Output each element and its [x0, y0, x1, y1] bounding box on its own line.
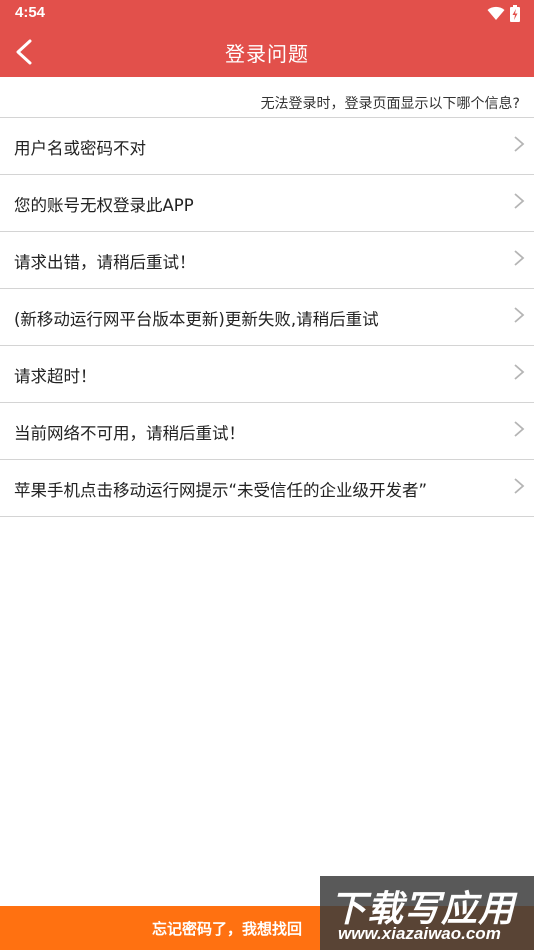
list-item[interactable]: 当前网络不可用，请稍后重试！	[0, 403, 534, 460]
watermark-url: www.xiazaiwao.com	[338, 924, 501, 943]
question-text: 无法登录时，登录页面显示以下哪个信息?	[260, 96, 520, 112]
list-item-label: 当前网络不可用，请稍后重试！	[14, 424, 245, 443]
wifi-icon	[487, 6, 505, 20]
watermark: 下载写应用 www.xiazaiwao.com	[320, 876, 534, 950]
chevron-right-icon	[514, 193, 525, 209]
problem-list: 用户名或密码不对 您的账号无权登录此APP 请求出错，请稍后重试！ (新移动运行…	[0, 118, 534, 517]
list-item[interactable]: 请求超时！	[0, 346, 534, 403]
list-item-label: 苹果手机点击移动运行网提示“未受信任的企业级开发者”	[14, 481, 428, 500]
chevron-right-icon	[514, 250, 525, 266]
chevron-right-icon	[514, 421, 525, 437]
page-title: 登录问题	[225, 42, 309, 66]
chevron-right-icon	[514, 136, 525, 152]
app-bar: 登录问题	[0, 27, 534, 77]
chevron-right-icon	[514, 478, 525, 494]
list-item-label: 用户名或密码不对	[14, 139, 146, 158]
list-item[interactable]: 用户名或密码不对	[0, 118, 534, 175]
list-item[interactable]: 您的账号无权登录此APP	[0, 175, 534, 232]
chevron-right-icon	[514, 307, 525, 323]
list-item-label: 您的账号无权登录此APP	[14, 196, 194, 215]
battery-charging-icon	[510, 5, 520, 22]
list-item-label: 请求出错，请稍后重试！	[14, 253, 196, 272]
forgot-password-label: 忘记密码了，我想找回	[151, 920, 302, 938]
chevron-right-icon	[514, 364, 525, 380]
list-item-label: 请求超时！	[14, 367, 97, 386]
status-time: 4:54	[15, 4, 46, 21]
status-bar: 4:54	[0, 0, 534, 27]
list-item[interactable]: 请求出错，请稍后重试！	[0, 232, 534, 289]
list-item[interactable]: (新移动运行网平台版本更新)更新失败,请稍后重试	[0, 289, 534, 346]
list-item-label: (新移动运行网平台版本更新)更新失败,请稍后重试	[14, 310, 379, 329]
list-item[interactable]: 苹果手机点击移动运行网提示“未受信任的企业级开发者”	[0, 460, 534, 517]
status-icons	[487, 5, 520, 22]
